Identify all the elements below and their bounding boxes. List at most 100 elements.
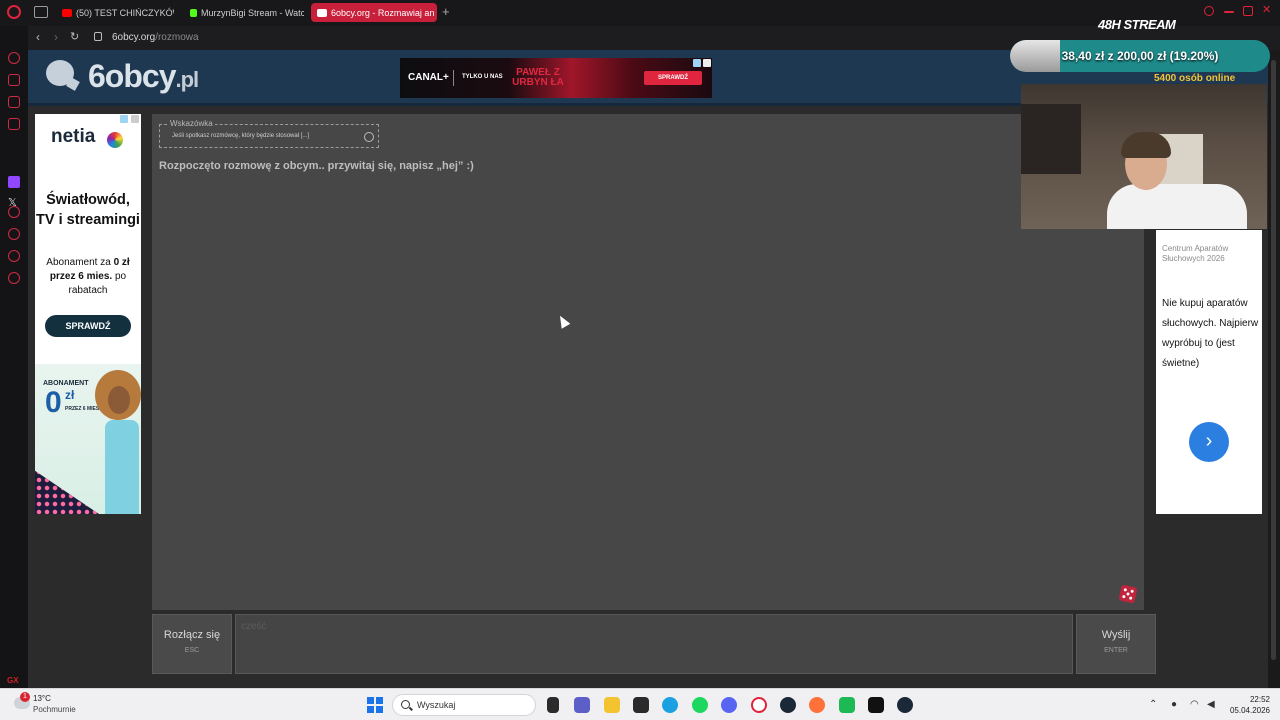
- search-tabs-icon[interactable]: [1204, 6, 1214, 16]
- ad-sub-prefix: Abonament za: [46, 257, 114, 268]
- new-tab-button[interactable]: +: [442, 4, 450, 19]
- ad-cta-button[interactable]: SPRAWDŹ: [644, 71, 702, 85]
- file-explorer-icon[interactable]: [547, 697, 559, 713]
- minimize-icon[interactable]: [1224, 11, 1234, 13]
- netia-logo: netia: [51, 126, 96, 147]
- steam-icon[interactable]: [897, 697, 913, 713]
- webcam-background-window: [1021, 104, 1081, 174]
- refresh-hint-icon[interactable]: [364, 132, 374, 142]
- close-icon[interactable]: ✕: [1262, 3, 1272, 16]
- ad-text: Nie kupuj aparatów słuchowych. Najpierw …: [1162, 298, 1259, 369]
- chevron-up-icon[interactable]: ⌃: [1149, 699, 1157, 710]
- tab-kick[interactable]: MurzynBigi Stream - Watc: [184, 3, 304, 22]
- workspaces-icon[interactable]: [34, 6, 48, 18]
- 6obcy-icon: [317, 8, 327, 17]
- reload-button[interactable]: ↻: [70, 30, 79, 43]
- wifi-icon[interactable]: ◠: [1190, 699, 1199, 710]
- chat-window[interactable]: Wskazówka Jeśli spotkasz rozmówcę, który…: [152, 114, 1144, 610]
- clock-time: 22:52: [1249, 695, 1270, 704]
- left-side-ad[interactable]: netia Światłowód, TV i streamingi Abonam…: [35, 114, 141, 514]
- page-scrollbar[interactable]: [1268, 50, 1280, 688]
- ad-cta-button[interactable]: SPRAWDŹ: [45, 315, 131, 337]
- ad-brand: CANAL+: [408, 72, 449, 83]
- site-logo[interactable]: 6obcy.pl: [88, 58, 199, 95]
- netia-ball-icon: [107, 132, 123, 148]
- ad-subtext: Abonament za 0 zł przez 6 mies. po rabat…: [39, 256, 137, 298]
- edge-icon[interactable]: [662, 697, 678, 713]
- firefox-icon[interactable]: [809, 697, 825, 713]
- ad-tagline: TYLKO U NAS: [462, 74, 503, 80]
- send-button[interactable]: Wyślij ENTER: [1076, 614, 1156, 674]
- opera-gx-icon[interactable]: [751, 697, 767, 713]
- history-icon[interactable]: [8, 228, 20, 240]
- tab-6obcy[interactable]: 6obcy.org - Rozmawiaj an: [311, 3, 437, 22]
- maximize-icon[interactable]: [1243, 6, 1253, 16]
- dice-icon[interactable]: [1118, 584, 1138, 604]
- mouse-cursor-icon: [555, 313, 571, 329]
- steam-icon[interactable]: [780, 697, 796, 713]
- weather-temperature[interactable]: 13°C: [33, 694, 51, 703]
- promo-value: 0: [45, 386, 62, 419]
- adchoices-icon[interactable]: [120, 115, 128, 123]
- tab-label: MurzynBigi Stream - Watc: [201, 7, 304, 18]
- bag-icon[interactable]: [8, 74, 20, 86]
- forward-button[interactable]: ›: [54, 30, 58, 44]
- player-icon[interactable]: [8, 206, 20, 218]
- tab-label: 6obcy.org - Rozmawiaj an: [331, 7, 435, 18]
- tab-youtube[interactable]: (50) TEST CHIŃCZYKÓW: [56, 3, 174, 22]
- opera-logo-icon[interactable]: [7, 5, 21, 19]
- hint-text: Jeśli spotkasz rozmówcę, który będzie st…: [172, 133, 310, 139]
- top-banner-ad[interactable]: CANAL+ TYLKO U NAS PAWEŁ Z URBYN ŁA SPRA…: [400, 58, 712, 98]
- twitch-icon[interactable]: [8, 176, 20, 188]
- spotify-icon[interactable]: [692, 697, 708, 713]
- taskbar-clock[interactable]: 22:52 05.04.2026: [1226, 694, 1270, 716]
- weather-description[interactable]: Pochmurnie: [33, 705, 76, 714]
- adchoices-icon[interactable]: [693, 59, 701, 67]
- messenger-icon[interactable]: [8, 96, 20, 108]
- donation-goal-text: 38,40 zł z 200,00 zł (19.20%): [1061, 49, 1219, 63]
- microphone-icon[interactable]: ●: [1171, 699, 1177, 710]
- promo-fine-print: PRZEZ 6 MIES.: [65, 406, 101, 412]
- hint-legend: Wskazówka: [168, 119, 215, 128]
- send-shortcut: ENTER: [1104, 647, 1128, 654]
- teams-icon[interactable]: [574, 697, 590, 713]
- taskbar-search[interactable]: Wyszukaj: [392, 694, 536, 716]
- kick-icon: [190, 8, 197, 17]
- stream-title-overlay: 48H STREAM: [1098, 17, 1176, 32]
- logo-main: 6obcy: [88, 58, 176, 94]
- browser-tab-bar: (50) TEST CHIŃCZYKÓW MurzynBigi Stream -…: [0, 0, 1280, 26]
- folder-icon[interactable]: [604, 697, 620, 713]
- ad-promo-image: ABONAMENT 0 zł PRZEZ 6 MIES.: [35, 364, 141, 514]
- scrollbar-thumb[interactable]: [1271, 60, 1276, 660]
- lock-icon[interactable]: [94, 32, 102, 41]
- ad-menu-icon[interactable]: [131, 115, 139, 123]
- epic-games-icon[interactable]: [633, 697, 649, 713]
- back-button[interactable]: ‹: [36, 30, 40, 44]
- chevron-right-icon[interactable]: ›: [1189, 422, 1229, 462]
- right-side-ad[interactable]: Centrum Aparatów Słuchowych 2026 Nie kup…: [1156, 230, 1262, 514]
- terminal-icon[interactable]: [868, 697, 884, 713]
- windows-start-icon[interactable]: [367, 697, 383, 713]
- ad-sponsor: Centrum Aparatów Słuchowych 2026: [1162, 244, 1229, 263]
- system-message: Rozpoczęto rozmowę z obcym.. przywitaj s…: [159, 160, 474, 172]
- disconnect-button[interactable]: Rozłącz się ESC: [152, 614, 232, 674]
- send-label: Wyślij: [1101, 629, 1131, 641]
- screen: (50) TEST CHIŃCZYKÓW MurzynBigi Stream -…: [0, 0, 1280, 720]
- search-icon: [401, 700, 410, 709]
- instagram-icon[interactable]: [8, 118, 20, 130]
- gx-control-icon[interactable]: GX: [7, 676, 19, 685]
- volume-icon[interactable]: ◀: [1207, 699, 1215, 710]
- url-path: /rozmowa: [155, 32, 199, 43]
- online-count: 5400 osób online: [1154, 73, 1236, 84]
- app-icon[interactable]: [839, 697, 855, 713]
- extensions-icon[interactable]: [8, 250, 20, 262]
- discord-icon[interactable]: [721, 697, 737, 713]
- settings-icon[interactable]: [8, 272, 20, 284]
- speed-dial-icon[interactable]: [8, 52, 20, 64]
- ad-menu-icon[interactable]: [703, 59, 711, 67]
- search-placeholder: Wyszukaj: [417, 700, 456, 710]
- message-input[interactable]: [235, 614, 1073, 674]
- logo-tld: .pl: [175, 67, 199, 92]
- hint-box[interactable]: Wskazówka Jeśli spotkasz rozmówcę, który…: [159, 119, 379, 148]
- url-field[interactable]: 6obcy.org/rozmowa: [112, 32, 199, 43]
